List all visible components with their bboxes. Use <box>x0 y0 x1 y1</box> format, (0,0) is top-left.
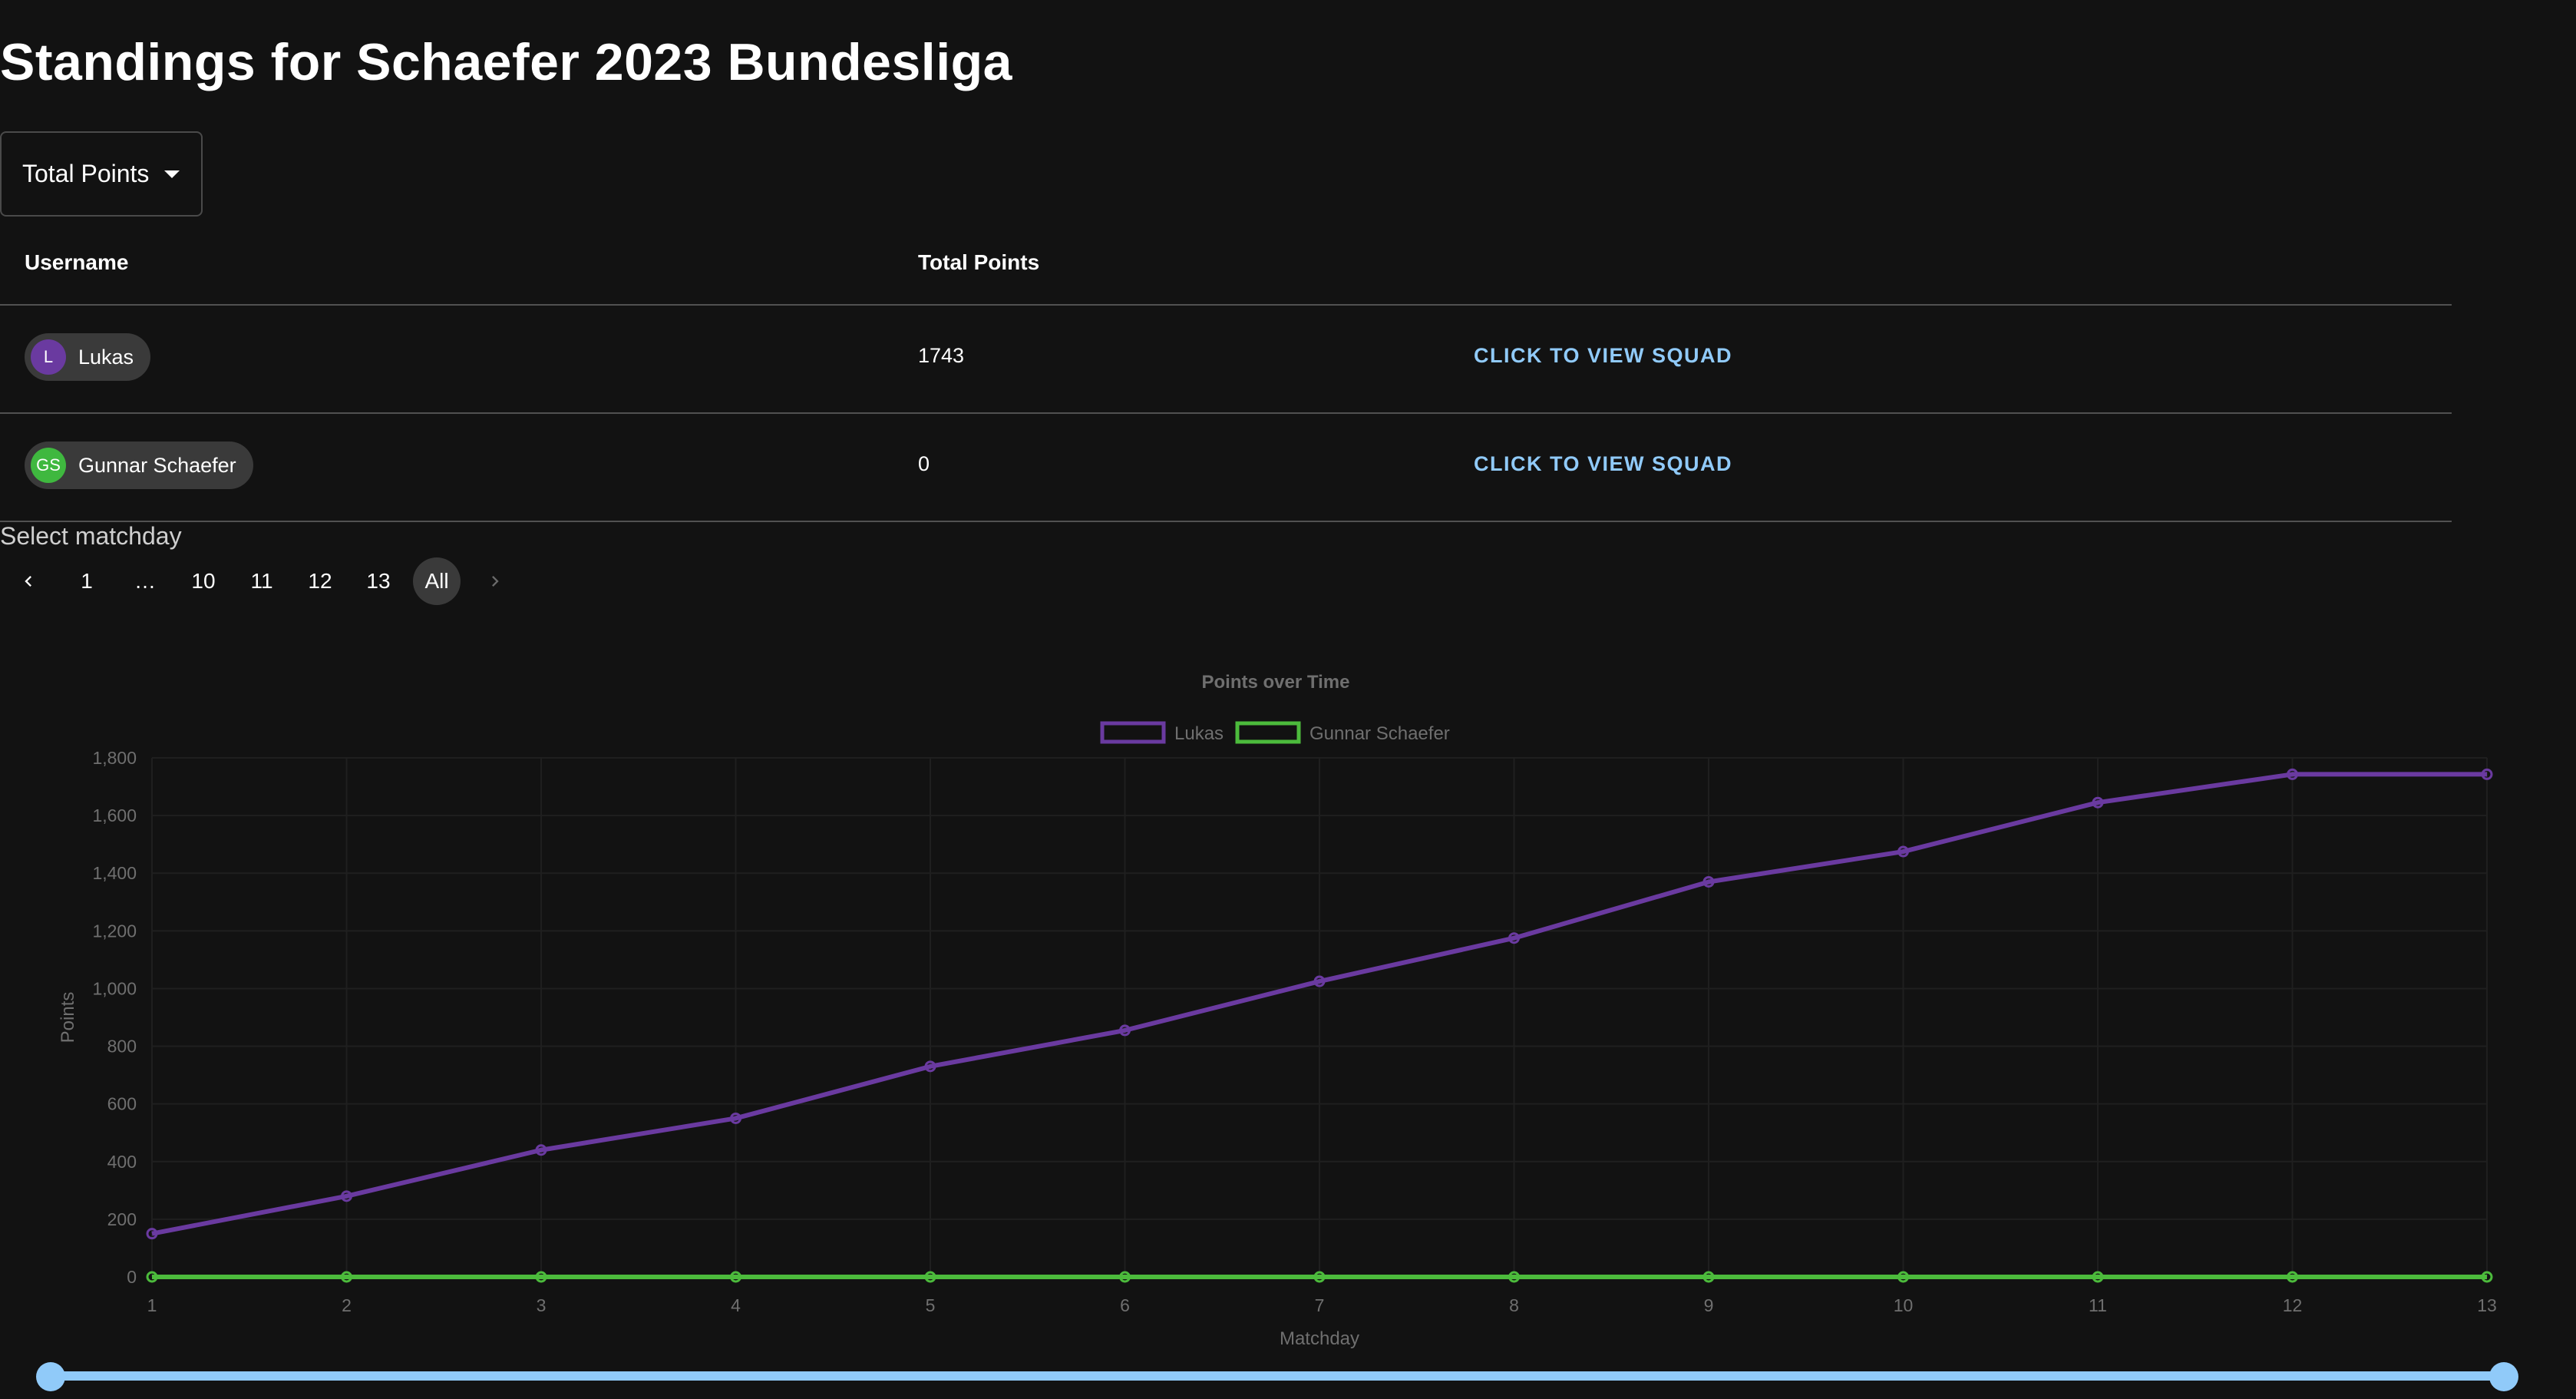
points-chart-svg: 02004006008001,0001,2001,4001,6001,8001 2… <box>58 672 2497 1349</box>
x-tick-label: 2 <box>342 1295 352 1315</box>
username: Lukas <box>78 345 134 369</box>
metric-select[interactable]: Total Points <box>0 131 203 217</box>
caret-down-icon <box>164 170 180 178</box>
standings-page: Standings for Schaefer 2023 Bundesliga T… <box>0 0 2576 1399</box>
avatar: L <box>31 339 66 375</box>
matchday-range-slider[interactable] <box>51 1371 2504 1381</box>
username: Gunnar Schaefer <box>78 453 236 477</box>
chart-title: Points over Time <box>1202 672 1350 693</box>
range-slider-end-thumb[interactable] <box>2489 1362 2518 1391</box>
chevron-right-icon <box>492 576 499 587</box>
page-button-13[interactable]: 13 <box>355 557 402 605</box>
y-tick-label: 1,200 <box>92 921 137 941</box>
x-tick-label: 5 <box>926 1295 936 1315</box>
y-tick-label: 800 <box>107 1037 137 1057</box>
user-chip[interactable]: GS Gunnar Schaefer <box>25 442 253 489</box>
table-header-row: Username Total Points <box>0 223 2452 306</box>
x-tick-label: 7 <box>1315 1295 1325 1315</box>
y-tick-label: 0 <box>127 1267 137 1287</box>
metric-select-value: Total Points <box>22 160 150 187</box>
x-tick-label: 3 <box>537 1295 547 1315</box>
column-header-total-points[interactable]: Total Points <box>918 250 1039 275</box>
next-page-button[interactable] <box>471 557 519 605</box>
pagination-ellipsis: … <box>134 569 156 593</box>
page-button-12[interactable]: 12 <box>296 557 344 605</box>
legend-swatch <box>1235 721 1301 744</box>
column-header-username[interactable]: Username <box>25 250 128 275</box>
x-axis-title: Matchday <box>1280 1328 1359 1349</box>
x-tick-label: 10 <box>1894 1295 1914 1315</box>
x-tick-label: 1 <box>147 1295 157 1315</box>
select-matchday-label: Select matchday <box>0 522 182 550</box>
page-button-11[interactable]: 11 <box>238 557 286 605</box>
table-row: GS Gunnar Schaefer 0 CLICK TO VIEW SQUAD <box>0 414 2452 522</box>
legend-swatch <box>1100 721 1166 744</box>
view-squad-button[interactable]: CLICK TO VIEW SQUAD <box>1474 452 1732 476</box>
page-button-10[interactable]: 10 <box>180 557 227 605</box>
x-tick-label: 13 <box>2477 1295 2497 1315</box>
standings-table: Username Total Points L Lukas 1743 CLICK… <box>0 223 2452 522</box>
legend-label: Gunnar Schaefer <box>1309 723 1450 744</box>
y-tick-label: 400 <box>107 1152 137 1172</box>
y-axis-title: Points <box>58 992 78 1043</box>
y-tick-label: 1,000 <box>92 978 137 998</box>
y-tick-label: 200 <box>107 1209 137 1229</box>
chevron-left-icon <box>25 576 31 587</box>
x-tick-label: 8 <box>1509 1295 1519 1315</box>
page-button-all[interactable]: All <box>413 557 461 605</box>
points-chart: 0 200 400 600 800 1,000 1,200 1,400 1,600 1,800 1 2… <box>0 645 2533 1359</box>
y-tick-label: 1,400 <box>92 863 137 883</box>
total-points-value: 1743 <box>918 344 965 367</box>
y-tick-label: 1,600 <box>92 805 137 825</box>
previous-page-button[interactable] <box>5 557 52 605</box>
total-points-value: 0 <box>918 452 930 475</box>
x-tick-label: 6 <box>1120 1295 1130 1315</box>
page-button-1[interactable]: 1 <box>63 557 111 605</box>
table-row: L Lukas 1743 CLICK TO VIEW SQUAD <box>0 306 2452 414</box>
x-tick-label: 9 <box>1704 1295 1714 1315</box>
legend-label: Lukas <box>1174 723 1224 744</box>
x-tick-label: 4 <box>731 1295 741 1315</box>
user-chip[interactable]: L Lukas <box>25 333 151 381</box>
page-title: Standings for Schaefer 2023 Bundesliga <box>0 33 1012 91</box>
avatar: GS <box>31 448 66 483</box>
x-tick-label: 12 <box>2283 1295 2303 1315</box>
x-tick-label: 11 <box>2089 1295 2107 1315</box>
view-squad-button[interactable]: CLICK TO VIEW SQUAD <box>1474 344 1732 368</box>
range-slider-start-thumb[interactable] <box>36 1362 65 1391</box>
y-tick-label: 1,800 <box>92 748 137 768</box>
y-tick-label: 600 <box>107 1094 137 1114</box>
